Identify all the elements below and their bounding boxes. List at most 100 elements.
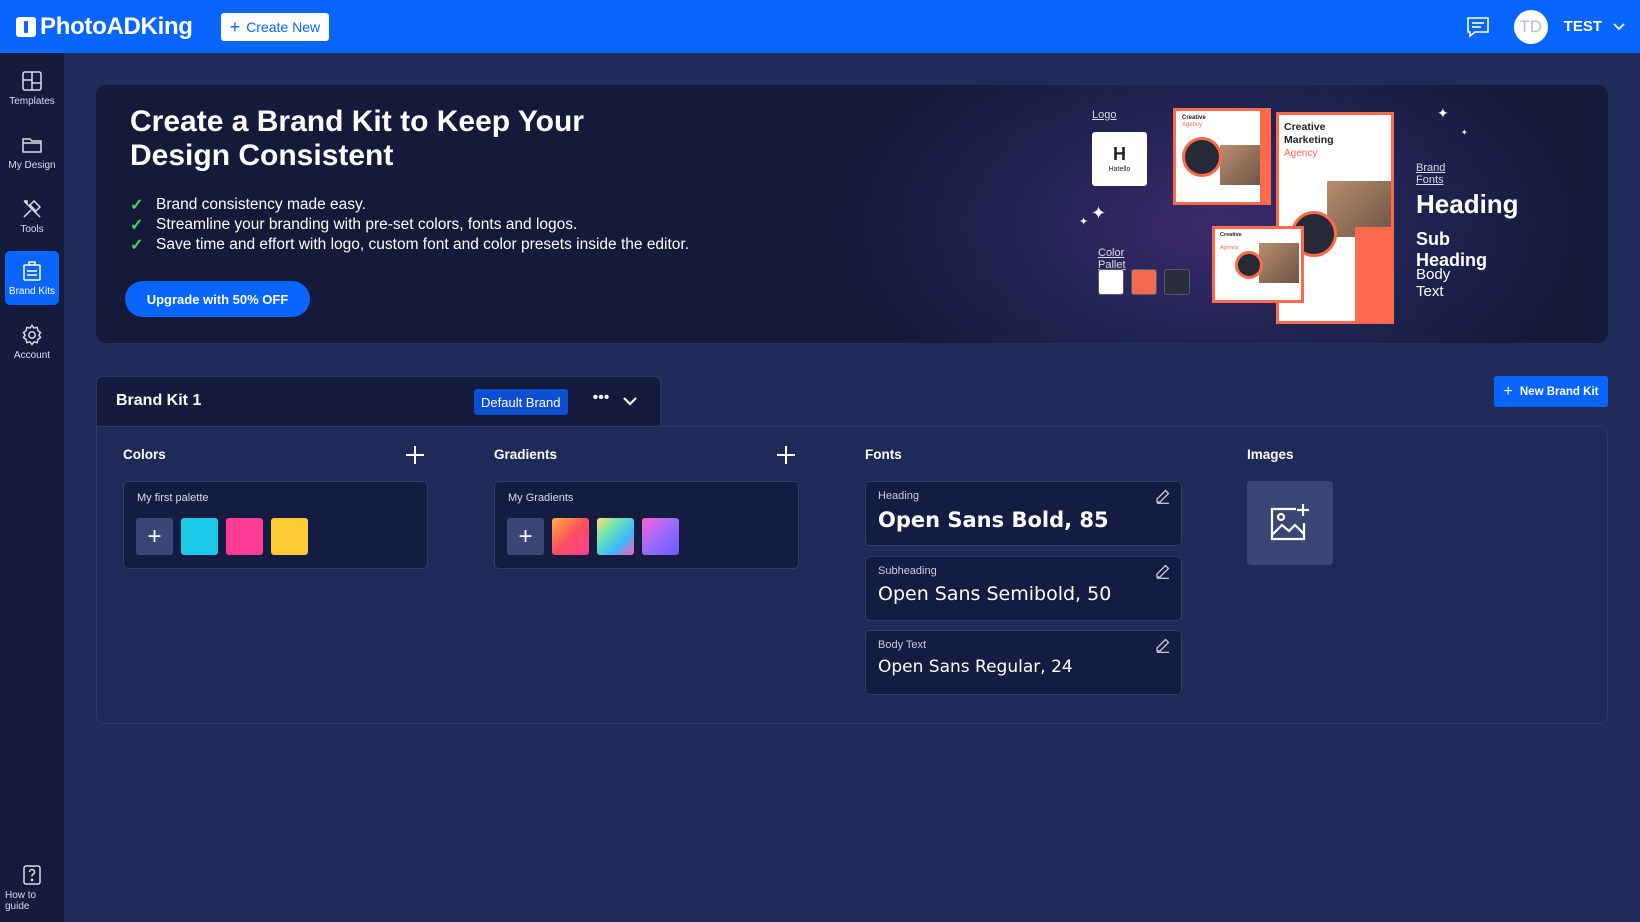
art-swatch-coral	[1131, 269, 1157, 295]
sidebar: Templates My Design Tools Brand Kits Acc…	[0, 53, 64, 922]
art-logo-tile: H Hatello	[1092, 132, 1147, 186]
list-item: ✓ Save time and effort with logo, custom …	[130, 235, 689, 255]
benefit-text: Brand consistency made easy.	[156, 196, 366, 213]
art-font-subheading: Sub Heading	[1416, 229, 1488, 270]
edit-icon[interactable]	[1155, 488, 1171, 504]
art-poster-medium: Creative Agency	[1212, 226, 1304, 303]
font-value: Open Sans Bold, 85	[878, 508, 1109, 532]
create-new-button[interactable]: + Create New	[220, 12, 330, 41]
edit-icon[interactable]	[1155, 563, 1171, 579]
upgrade-button[interactable]: Upgrade with 50% OFF	[125, 281, 310, 317]
art-logo-name: Hatello	[1108, 166, 1131, 173]
new-brand-kit-button[interactable]: + New Brand Kit	[1494, 376, 1608, 407]
sparkle-icon: ✦	[1461, 128, 1468, 137]
sidebar-item-label: Tools	[20, 224, 44, 235]
art-fonts-label: Brand Fonts	[1416, 162, 1446, 186]
chevron-down-icon[interactable]	[1612, 20, 1626, 34]
messages-icon[interactable]	[1466, 16, 1490, 38]
color-swatch[interactable]	[226, 518, 263, 555]
sidebar-item-templates[interactable]: Templates	[5, 61, 59, 115]
sidebar-item-label: My Design	[8, 160, 56, 171]
folder-icon	[22, 138, 42, 153]
plus-icon: +	[1503, 382, 1513, 400]
gradient-swatch[interactable]	[597, 518, 634, 555]
color-swatch[interactable]	[271, 518, 308, 555]
plus-icon: +	[229, 16, 241, 37]
gradient-set-card[interactable]: My Gradients +	[494, 481, 799, 569]
list-item: ✓ Brand consistency made easy.	[130, 195, 689, 215]
art-logo-label: Logo	[1092, 109, 1117, 121]
gear-icon	[22, 324, 42, 346]
more-options-icon[interactable]: •••	[590, 390, 612, 412]
top-bar: PhotoADKing + Create New TD TEST	[0, 0, 1640, 53]
gradients-heading: Gradients	[494, 447, 558, 462]
font-value: Open Sans Regular, 24	[878, 657, 1073, 677]
chevron-down-icon[interactable]	[620, 391, 640, 411]
benefits-list: ✓ Brand consistency made easy. ✓ Streamlin…	[130, 195, 689, 255]
poster-title-line: Marketing	[1284, 134, 1334, 146]
art-font-heading: Heading	[1416, 189, 1519, 219]
tools-icon	[23, 199, 42, 218]
add-gradient-set-icon[interactable]	[776, 445, 796, 465]
poster-accent: Agency	[1220, 245, 1239, 251]
fonts-heading: Fonts	[865, 447, 902, 462]
color-palette-card[interactable]: My first palette +	[123, 481, 428, 569]
art-color-label: Color Pallet	[1098, 247, 1126, 271]
sidebar-item-my-design[interactable]: My Design	[5, 125, 59, 179]
new-brand-kit-label: New Brand Kit	[1519, 385, 1599, 398]
images-heading: Images	[1247, 447, 1294, 462]
sidebar-item-account[interactable]: Account	[5, 315, 59, 369]
create-new-label: Create New	[246, 18, 321, 35]
poster-title: Creative	[1182, 115, 1206, 121]
font-card-subheading[interactable]: Subheading Open Sans Semibold, 50	[865, 556, 1182, 621]
sidebar-item-how-to-guide[interactable]: How to guide	[5, 861, 59, 913]
art-swatch-dark	[1164, 269, 1190, 295]
sidebar-item-tools[interactable]: Tools	[5, 189, 59, 243]
font-card-body-text[interactable]: Body Text Open Sans Regular, 24	[865, 630, 1182, 695]
templates-icon	[22, 71, 42, 91]
app-logo[interactable]: PhotoADKing	[16, 13, 193, 41]
brand-kit-tab[interactable]: Brand Kit 1 Default Brand •••	[96, 376, 661, 426]
check-icon: ✓	[130, 197, 144, 214]
add-color-button[interactable]: +	[136, 518, 173, 555]
font-card-heading[interactable]: Heading Open Sans Bold, 85	[865, 481, 1182, 546]
poster-photo	[1220, 145, 1264, 185]
poster-accent: Agency	[1284, 148, 1318, 159]
gradient-swatch[interactable]	[552, 518, 589, 555]
poster-accent: Agency	[1182, 122, 1203, 128]
font-kind-label: Body Text	[878, 639, 927, 651]
add-image-button[interactable]	[1247, 481, 1333, 565]
app-name: PhotoADKing	[40, 12, 193, 40]
poster-band	[1260, 111, 1268, 202]
avatar[interactable]: TD	[1513, 9, 1548, 44]
poster-title: Creative Marketing	[1284, 121, 1354, 147]
username[interactable]: TEST	[1564, 18, 1602, 35]
logo-mark-icon	[16, 16, 36, 37]
default-brand-badge: Default Brand	[474, 389, 568, 415]
brand-kit-promo-banner: Create a Brand Kit to Keep Your Design C…	[96, 85, 1608, 343]
add-image-icon	[1270, 504, 1309, 541]
palette-name: My first palette	[137, 492, 209, 504]
sidebar-item-label: Account	[13, 350, 51, 361]
edit-icon[interactable]	[1155, 637, 1171, 653]
sidebar-item-label: How to guide	[5, 889, 37, 912]
color-swatch[interactable]	[181, 518, 218, 555]
poster-band	[1355, 227, 1391, 321]
help-icon	[23, 864, 41, 885]
add-gradient-button[interactable]: +	[507, 518, 544, 555]
art-poster-small: Creative Agency	[1173, 108, 1271, 205]
hatello-logo-icon: H	[1113, 144, 1126, 164]
poster-photo	[1259, 243, 1299, 283]
poster-title-line: Creative	[1284, 121, 1326, 133]
poster-circle	[1235, 251, 1263, 279]
sidebar-item-brand-kits[interactable]: Brand Kits	[5, 251, 59, 305]
sparkle-icon: ✦	[1437, 105, 1449, 121]
add-color-palette-icon[interactable]	[405, 445, 425, 465]
brand-kit-panel: Colors My first palette + Gradients My G…	[96, 426, 1608, 724]
user-area: TD TEST	[1466, 9, 1626, 44]
font-kind-label: Heading	[878, 490, 919, 502]
poster-circle	[1182, 137, 1222, 177]
font-value: Open Sans Semibold, 50	[878, 583, 1112, 605]
gradient-swatch[interactable]	[642, 518, 679, 555]
font-kind-label: Subheading	[878, 565, 937, 577]
